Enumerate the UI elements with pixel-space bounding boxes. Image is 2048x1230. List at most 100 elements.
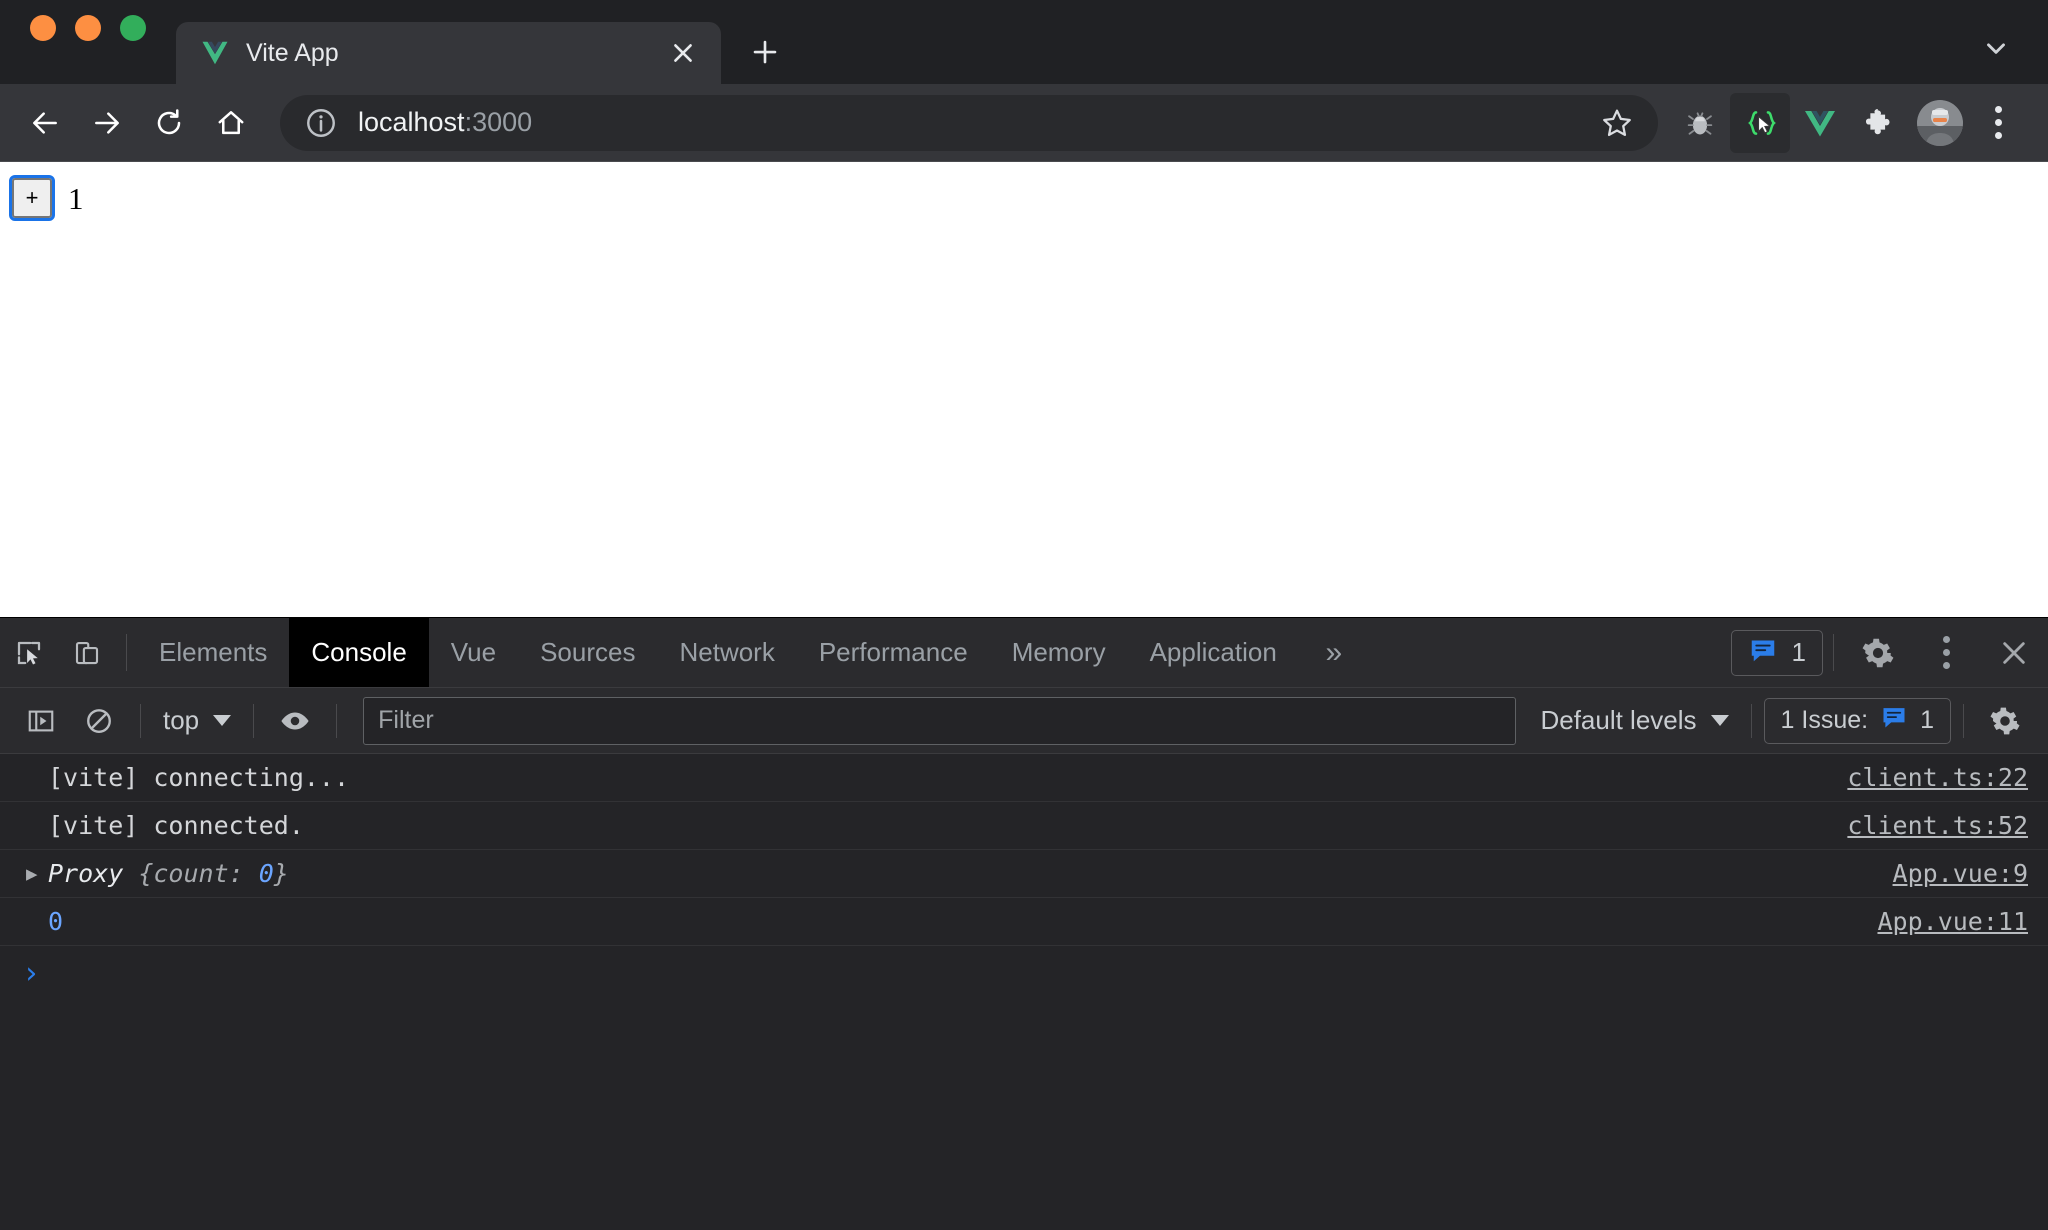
expand-arrow-icon[interactable]: ▶ bbox=[26, 863, 40, 885]
url-port: :3000 bbox=[464, 107, 533, 137]
page-viewport: + 1 bbox=[0, 162, 2048, 617]
divider bbox=[336, 703, 338, 738]
console-issues-button[interactable]: 1 Issue: 1 bbox=[1763, 697, 1951, 744]
console-issues-count: 1 bbox=[1920, 706, 1934, 734]
object-body-value: 0 bbox=[258, 859, 274, 888]
devtools-more-options-button[interactable] bbox=[1912, 618, 1980, 687]
vue-devtools-icon[interactable] bbox=[1790, 93, 1850, 153]
browser-toolbar: localhost:3000 bbox=[0, 84, 2048, 162]
console-sidebar-toggle-icon[interactable] bbox=[12, 692, 70, 750]
address-bar-url: localhost:3000 bbox=[358, 107, 1586, 138]
chevron-down-icon bbox=[213, 715, 232, 726]
menu-dot bbox=[1994, 132, 2002, 139]
console-log-row[interactable]: ▶ Proxy {count: 0} App.vue:9 bbox=[0, 850, 2048, 898]
divider bbox=[1750, 703, 1752, 738]
devtools-panel: Elements Console Vue Sources Network Per… bbox=[0, 617, 2048, 1230]
object-body-suffix: } bbox=[273, 859, 289, 888]
bug-icon[interactable] bbox=[1670, 93, 1730, 153]
tab-strip: Vite App bbox=[0, 0, 2048, 84]
window-close-button[interactable] bbox=[30, 15, 56, 41]
menu-dot bbox=[1994, 106, 2002, 113]
puzzle-icon[interactable] bbox=[1850, 93, 1910, 153]
chrome-menu-button[interactable] bbox=[1970, 92, 2026, 154]
divider bbox=[140, 703, 141, 738]
console-settings-icon[interactable] bbox=[1976, 692, 2034, 750]
address-bar[interactable]: localhost:3000 bbox=[280, 92, 1658, 154]
console-log-row[interactable]: [vite] connecting... client.ts:22 bbox=[0, 754, 2048, 802]
forward-button[interactable] bbox=[76, 92, 138, 154]
object-name: Proxy bbox=[48, 859, 124, 888]
console-source-link[interactable]: App.vue:9 bbox=[1893, 859, 2028, 888]
divider bbox=[1833, 634, 1834, 671]
console-output: [vite] connecting... client.ts:22 [vite]… bbox=[0, 754, 2048, 1230]
devtools-tab-bar: Elements Console Vue Sources Network Per… bbox=[0, 618, 2048, 688]
console-log-message: 0 bbox=[48, 907, 64, 936]
url-host: localhost bbox=[358, 107, 465, 137]
devtools-settings-icon[interactable] bbox=[1844, 618, 1912, 687]
log-levels-selector[interactable]: Default levels bbox=[1530, 705, 1738, 736]
window-traffic-lights bbox=[30, 0, 176, 84]
execution-context-label: top bbox=[163, 705, 200, 735]
console-log-message: Proxy {count: 0} bbox=[48, 859, 1869, 888]
prompt-caret-icon: › bbox=[22, 956, 41, 991]
browser-window: Vite App localhost:3000 + 1 Elements Con… bbox=[0, 0, 2048, 1230]
code-cursor-icon[interactable] bbox=[1730, 92, 1790, 153]
issues-badge[interactable]: 1 bbox=[1730, 629, 1823, 676]
reload-button[interactable] bbox=[138, 92, 200, 154]
menu-dot bbox=[1942, 662, 1950, 669]
counter-widget: + 1 bbox=[9, 175, 2048, 221]
console-prompt[interactable]: › bbox=[0, 946, 2048, 1002]
console-filter-bar: top Default levels 1 Issue: bbox=[0, 688, 2048, 754]
increment-button[interactable]: + bbox=[9, 175, 55, 221]
issues-count: 1 bbox=[1791, 637, 1806, 667]
inspect-element-icon[interactable] bbox=[0, 618, 58, 687]
home-button[interactable] bbox=[200, 92, 262, 154]
bookmark-star-icon[interactable] bbox=[1586, 92, 1648, 154]
tab-title: Vite App bbox=[246, 38, 339, 67]
console-source-link[interactable]: App.vue:11 bbox=[1877, 907, 2028, 936]
tab-memory[interactable]: Memory bbox=[990, 618, 1128, 687]
object-body-prefix: {count: bbox=[123, 859, 259, 888]
site-info-icon[interactable] bbox=[304, 106, 338, 140]
close-icon[interactable] bbox=[663, 33, 703, 73]
tab-network[interactable]: Network bbox=[657, 618, 796, 687]
issue-message-icon bbox=[1880, 703, 1908, 738]
browser-tab-vite-app[interactable]: Vite App bbox=[176, 22, 721, 84]
more-tabs-icon[interactable]: » bbox=[1299, 618, 1369, 687]
divider bbox=[253, 703, 255, 738]
console-source-link[interactable]: client.ts:52 bbox=[1847, 811, 2028, 840]
console-log-row[interactable]: [vite] connected. client.ts:52 bbox=[0, 802, 2048, 850]
divider bbox=[1963, 703, 1964, 738]
vue-logo-icon bbox=[200, 38, 230, 68]
console-source-link[interactable]: client.ts:22 bbox=[1847, 763, 2028, 792]
chevron-down-icon[interactable] bbox=[1968, 24, 2024, 72]
devtools-close-button[interactable] bbox=[1980, 618, 2048, 687]
tab-elements[interactable]: Elements bbox=[137, 618, 289, 687]
tab-vue[interactable]: Vue bbox=[429, 618, 518, 687]
tab-application[interactable]: Application bbox=[1128, 618, 1299, 687]
live-expression-eye-icon[interactable] bbox=[266, 692, 324, 750]
device-toolbar-icon[interactable] bbox=[58, 618, 116, 687]
kebab-icon bbox=[1942, 636, 1950, 669]
window-maximize-button[interactable] bbox=[120, 15, 146, 41]
console-log-message: [vite] connected. bbox=[48, 811, 304, 840]
execution-context-selector[interactable]: top bbox=[153, 705, 241, 736]
back-button[interactable] bbox=[14, 92, 76, 154]
console-log-message: [vite] connecting... bbox=[48, 763, 350, 792]
console-log-row[interactable]: 0 App.vue:11 bbox=[0, 898, 2048, 946]
chevron-down-icon bbox=[1710, 715, 1729, 726]
new-tab-button[interactable] bbox=[737, 24, 793, 80]
window-minimize-button[interactable] bbox=[75, 15, 101, 41]
profile-avatar[interactable] bbox=[1910, 93, 1970, 153]
counter-value: 1 bbox=[68, 180, 84, 216]
avatar bbox=[1917, 99, 1963, 146]
tab-console[interactable]: Console bbox=[289, 618, 429, 687]
console-filter-input[interactable] bbox=[363, 696, 1517, 745]
clear-console-icon[interactable] bbox=[70, 692, 128, 750]
tab-sources[interactable]: Sources bbox=[518, 618, 657, 687]
menu-dot bbox=[1942, 636, 1950, 643]
divider bbox=[126, 634, 127, 671]
tab-performance[interactable]: Performance bbox=[797, 618, 990, 687]
issues-label: 1 Issue: bbox=[1780, 706, 1869, 734]
